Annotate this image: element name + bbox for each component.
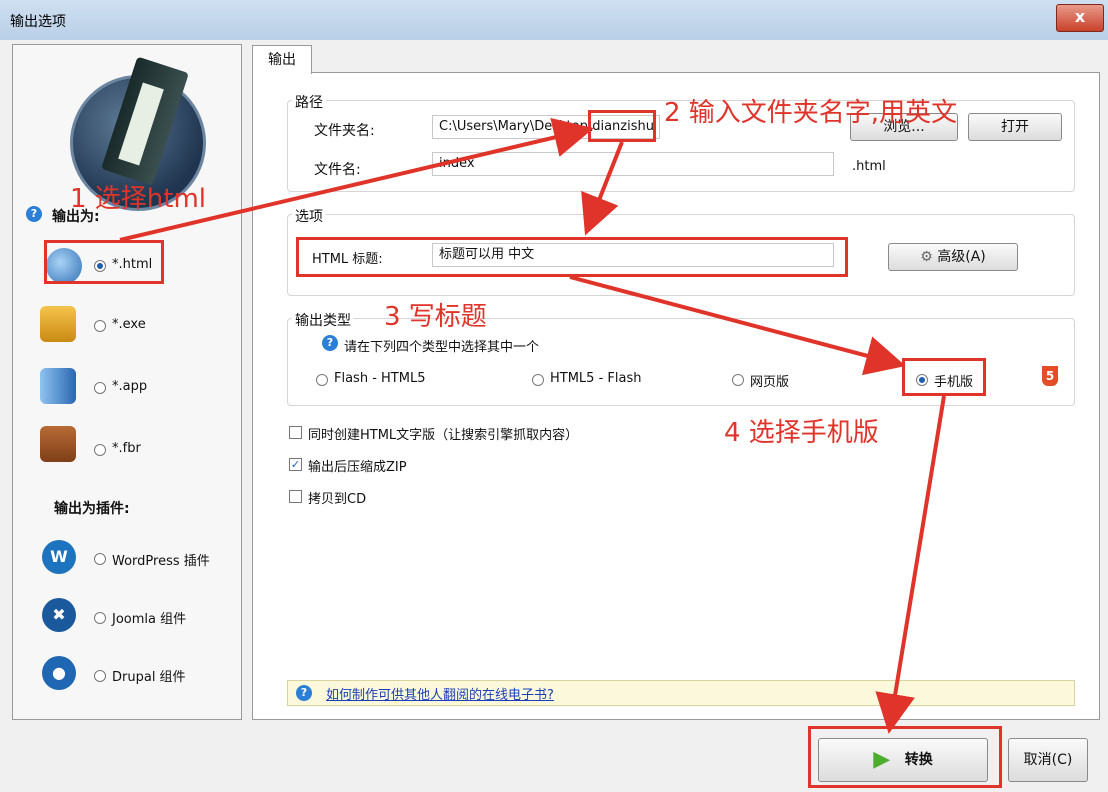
annotation-step4: 4 选择手机版 xyxy=(724,418,879,448)
annotation-step3: 3 写标题 xyxy=(384,302,487,332)
choice-web[interactable]: 网页版 xyxy=(750,371,789,390)
output-type-hint: 请在下列四个类型中选择其中一个 xyxy=(344,340,540,355)
hint-help-icon: ? xyxy=(322,335,338,351)
radio-flash-html5[interactable] xyxy=(316,374,328,386)
radio-drupal[interactable] xyxy=(94,670,106,682)
radio-fbr[interactable] xyxy=(94,444,106,456)
option-drupal-label[interactable]: Drupal 组件 xyxy=(112,666,186,685)
help-link[interactable]: 如何制作可供其他人翻阅的在线电子书? xyxy=(326,684,554,703)
wordpress-icon: W xyxy=(42,540,76,574)
file-extension: .html xyxy=(852,159,886,174)
annotation-step1: 1 选择html xyxy=(70,184,207,214)
drupal-icon: ● xyxy=(42,656,76,690)
checkbox-zip[interactable]: ✓ xyxy=(289,458,302,471)
mac-finder-icon xyxy=(40,368,76,404)
plugin-heading: 输出为插件: xyxy=(54,501,130,517)
option-exe-label[interactable]: *.exe xyxy=(112,317,146,332)
cancel-button[interactable]: 取消(C) xyxy=(1008,738,1088,782)
radio-wordpress[interactable] xyxy=(94,553,106,565)
setup-package-icon xyxy=(40,306,76,342)
book-icon xyxy=(40,426,76,462)
radio-web[interactable] xyxy=(732,374,744,386)
radio-exe[interactable] xyxy=(94,320,106,332)
open-button[interactable]: 打开 xyxy=(968,113,1062,141)
settings-icon: ⚙ xyxy=(920,249,938,265)
option-joomla-label[interactable]: Joomla 组件 xyxy=(112,608,186,627)
title-bar xyxy=(0,0,1108,41)
help-link-icon: ? xyxy=(296,685,312,701)
radio-joomla[interactable] xyxy=(94,612,106,624)
checkbox-cd-label[interactable]: 拷贝到CD xyxy=(308,488,366,507)
file-label: 文件名: xyxy=(314,162,361,178)
highlight-convert-button xyxy=(808,726,1002,788)
choice-flash-html5[interactable]: Flash - HTML5 xyxy=(334,371,425,386)
highlight-mobile-option xyxy=(902,358,986,396)
help-icon: ? xyxy=(26,206,42,222)
radio-app[interactable] xyxy=(94,382,106,394)
highlight-html-title xyxy=(296,237,848,277)
checkbox-text-version-label[interactable]: 同时创建HTML文字版（让搜索引擎抓取内容） xyxy=(308,424,578,443)
joomla-icon: ✖ xyxy=(42,598,76,632)
option-wordpress-label[interactable]: WordPress 插件 xyxy=(112,550,210,569)
option-fbr-label[interactable]: *.fbr xyxy=(112,441,141,456)
html5-icon: 5 xyxy=(1042,366,1058,386)
choice-html5-flash[interactable]: HTML5 - Flash xyxy=(550,371,641,386)
checkbox-text-version[interactable] xyxy=(289,426,302,439)
advanced-label: 高级(A) xyxy=(937,249,986,265)
advanced-button[interactable]: ⚙ 高级(A) xyxy=(888,243,1018,271)
option-app-label[interactable]: *.app xyxy=(112,379,147,394)
options-group-title: 选项 xyxy=(292,206,326,226)
window-title: 输出选项 xyxy=(10,14,66,30)
highlight-html-option xyxy=(44,240,164,284)
file-input[interactable]: index xyxy=(432,152,834,176)
checkbox-zip-label[interactable]: 输出后压缩成ZIP xyxy=(308,456,407,475)
path-group-title: 路径 xyxy=(292,92,326,112)
close-button[interactable]: x xyxy=(1056,4,1104,32)
radio-html5-flash[interactable] xyxy=(532,374,544,386)
output-type-title: 输出类型 xyxy=(292,310,354,330)
highlight-folder-name xyxy=(588,110,656,142)
annotation-step2: 2 输入文件夹名字,用英文 xyxy=(664,98,958,128)
checkbox-cd[interactable] xyxy=(289,490,302,503)
folder-label: 文件夹名: xyxy=(314,123,375,139)
tab-output[interactable]: 输出 xyxy=(252,45,312,74)
